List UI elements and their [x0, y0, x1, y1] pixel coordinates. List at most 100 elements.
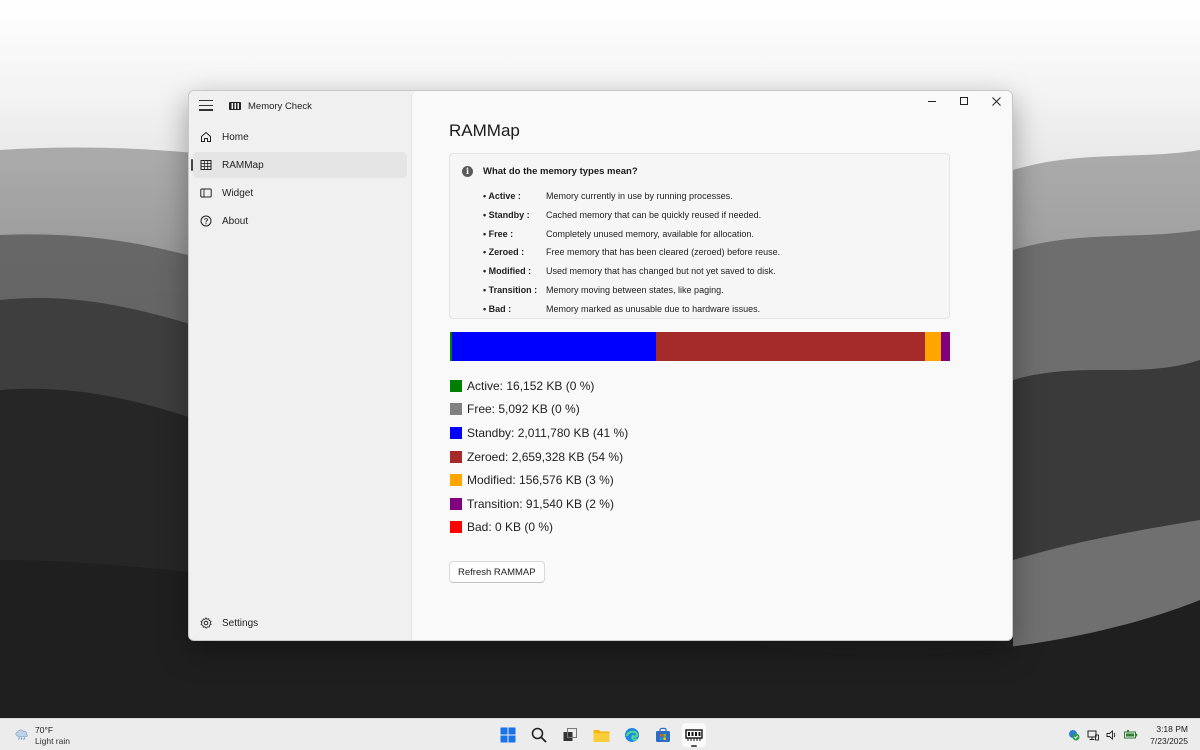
sidebar-item-settings[interactable]: Settings	[193, 610, 407, 636]
app-title: Memory Check	[248, 101, 312, 112]
file-explorer-icon	[593, 729, 609, 742]
sidebar-item-label: Home	[222, 131, 249, 143]
legend-item-bad: Bad: 0 KB (0 %)	[450, 516, 628, 540]
info-icon: i	[462, 166, 473, 177]
sidebar: Memory Check Home RAMMap Widget About Se…	[189, 91, 411, 640]
legend-item-transition: Transition: 91,540 KB (2 %)	[450, 492, 628, 516]
sidebar-item-about[interactable]: About	[193, 208, 407, 234]
list-item: • Active : Memory currently in use by run…	[483, 191, 780, 210]
legend-item-zeroed: Zeroed: 2,659,328 KB (54 %)	[450, 445, 628, 469]
type-name: • Active :	[483, 191, 521, 201]
sidebar-item-home[interactable]: Home	[193, 124, 407, 150]
gear-icon	[199, 616, 213, 630]
refresh-rammap-button[interactable]: Refresh RAMMAP	[449, 561, 545, 583]
memory-check-app-icon	[685, 729, 703, 741]
legend-label: Transition: 91,540 KB (2 %)	[467, 496, 614, 511]
legend-swatch	[450, 379, 462, 392]
rain-cloud-icon	[15, 729, 28, 740]
edge-browser-button[interactable]	[620, 723, 644, 747]
list-item: • Free : Completely unused memory, availa…	[483, 229, 780, 248]
home-icon	[199, 130, 213, 144]
sidebar-item-label: RAMMap	[222, 159, 264, 171]
taskbar: 70°F Light rain 3:18 PM 7/23/2025	[0, 718, 1200, 750]
volume-tray-icon[interactable]	[1105, 728, 1119, 742]
taskbar-clock[interactable]: 3:18 PM 7/23/2025	[1150, 723, 1188, 747]
clock-date: 7/23/2025	[1150, 736, 1188, 746]
type-description: Completely unused memory, available for …	[546, 228, 754, 239]
minimize-icon	[928, 100, 936, 102]
legend-item-active: Active: 16,152 KB (0 %)	[450, 374, 628, 398]
type-name: • Modified :	[483, 266, 532, 277]
legend-swatch	[450, 521, 462, 534]
network-tray-icon[interactable]	[1086, 728, 1100, 742]
title-bar: Memory Check	[189, 91, 411, 123]
list-item: • Zeroed : Free memory that has been clea…	[483, 247, 780, 266]
legend-label: Bad: 0 KB (0 %)	[467, 520, 554, 535]
type-name: • Transition :	[483, 284, 538, 295]
list-item: • Modified : Used memory that has changed…	[483, 266, 780, 285]
hamburger-menu-icon[interactable]	[199, 100, 213, 112]
type-description: Memory currently in use by running proce…	[546, 191, 733, 201]
memory-type-list: • Active : Memory currently in use by run…	[483, 191, 780, 323]
memory-chip-icon	[229, 102, 241, 110]
widget-icon	[199, 186, 213, 200]
legend-swatch	[450, 450, 462, 463]
type-name: • Bad :	[483, 303, 512, 314]
start-button[interactable]	[496, 723, 520, 747]
microsoft-store-button[interactable]	[651, 723, 675, 747]
memory-bar-segment-modified	[924, 332, 941, 361]
legend-swatch	[450, 426, 462, 439]
legend-item-free: Free: 5,092 KB (0 %)	[450, 398, 628, 422]
sidebar-item-widget[interactable]: Widget	[193, 180, 407, 206]
close-button[interactable]	[980, 91, 1012, 111]
sidebar-item-rammap[interactable]: RAMMap	[191, 152, 407, 178]
legend-label: Active: 16,152 KB (0 %)	[467, 378, 595, 393]
memory-legend: Active: 16,152 KB (0 %) Free: 5,092 KB (…	[450, 374, 628, 539]
close-icon	[991, 96, 1001, 106]
search-button[interactable]	[527, 723, 551, 747]
memory-usage-bar	[450, 332, 950, 361]
sidebar-item-label: Settings	[222, 617, 259, 629]
network-icon	[1087, 730, 1099, 741]
legend-swatch	[450, 497, 462, 510]
weather-temperature: 70°F	[35, 725, 54, 735]
memory-check-taskbar-button[interactable]	[682, 723, 706, 747]
speaker-icon	[1106, 730, 1116, 740]
list-item: • Bad : Memory marked as unusable due to …	[483, 304, 780, 323]
legend-label: Standby: 2,011,780 KB (41 %)	[467, 425, 629, 440]
type-description: Memory marked as unusable due to hardwar…	[546, 303, 761, 314]
legend-label: Modified: 156,576 KB (3 %)	[467, 473, 614, 488]
clock-time: 3:18 PM	[1156, 724, 1188, 734]
file-explorer-button[interactable]	[589, 723, 613, 747]
app-window: Memory Check Home RAMMap Widget About Se…	[188, 90, 1013, 641]
main-content: RAMMap i What do the memory types mean? …	[411, 91, 1012, 640]
info-heading: What do the memory types mean?	[483, 166, 638, 177]
type-description: Cached memory that can be quickly reused…	[546, 209, 762, 220]
type-name: • Free :	[483, 228, 514, 239]
defender-tray-icon[interactable]	[1067, 728, 1081, 742]
legend-swatch	[450, 474, 462, 487]
type-description: Free memory that has been cleared (zeroe…	[546, 247, 781, 258]
window-controls	[916, 91, 1012, 111]
maximize-icon	[960, 97, 968, 105]
legend-item-modified: Modified: 156,576 KB (3 %)	[450, 468, 628, 492]
help-circle-icon	[199, 214, 213, 228]
weather-description: Light rain	[35, 736, 70, 746]
battery-tray-icon[interactable]	[1124, 728, 1138, 742]
page-title: RAMMap	[449, 121, 520, 140]
memory-bar-segment-zeroed	[655, 332, 925, 361]
settings-area: Settings	[189, 609, 411, 638]
sidebar-item-label: About	[222, 215, 249, 227]
task-view-button[interactable]	[558, 723, 582, 747]
taskbar-apps	[496, 723, 706, 747]
battery-icon	[1124, 730, 1138, 739]
memory-bar-segment-standby	[452, 332, 656, 361]
legend-label: Free: 5,092 KB (0 %)	[467, 402, 580, 417]
minimize-button[interactable]	[916, 91, 948, 111]
type-description: Used memory that has changed but not yet…	[546, 266, 776, 277]
system-tray	[1067, 728, 1138, 742]
legend-label: Zeroed: 2,659,328 KB (54 %)	[467, 449, 624, 464]
type-description: Memory moving between states, like pagin…	[546, 284, 724, 295]
memory-bar-segment-transition	[940, 332, 950, 361]
maximize-button[interactable]	[948, 91, 980, 111]
